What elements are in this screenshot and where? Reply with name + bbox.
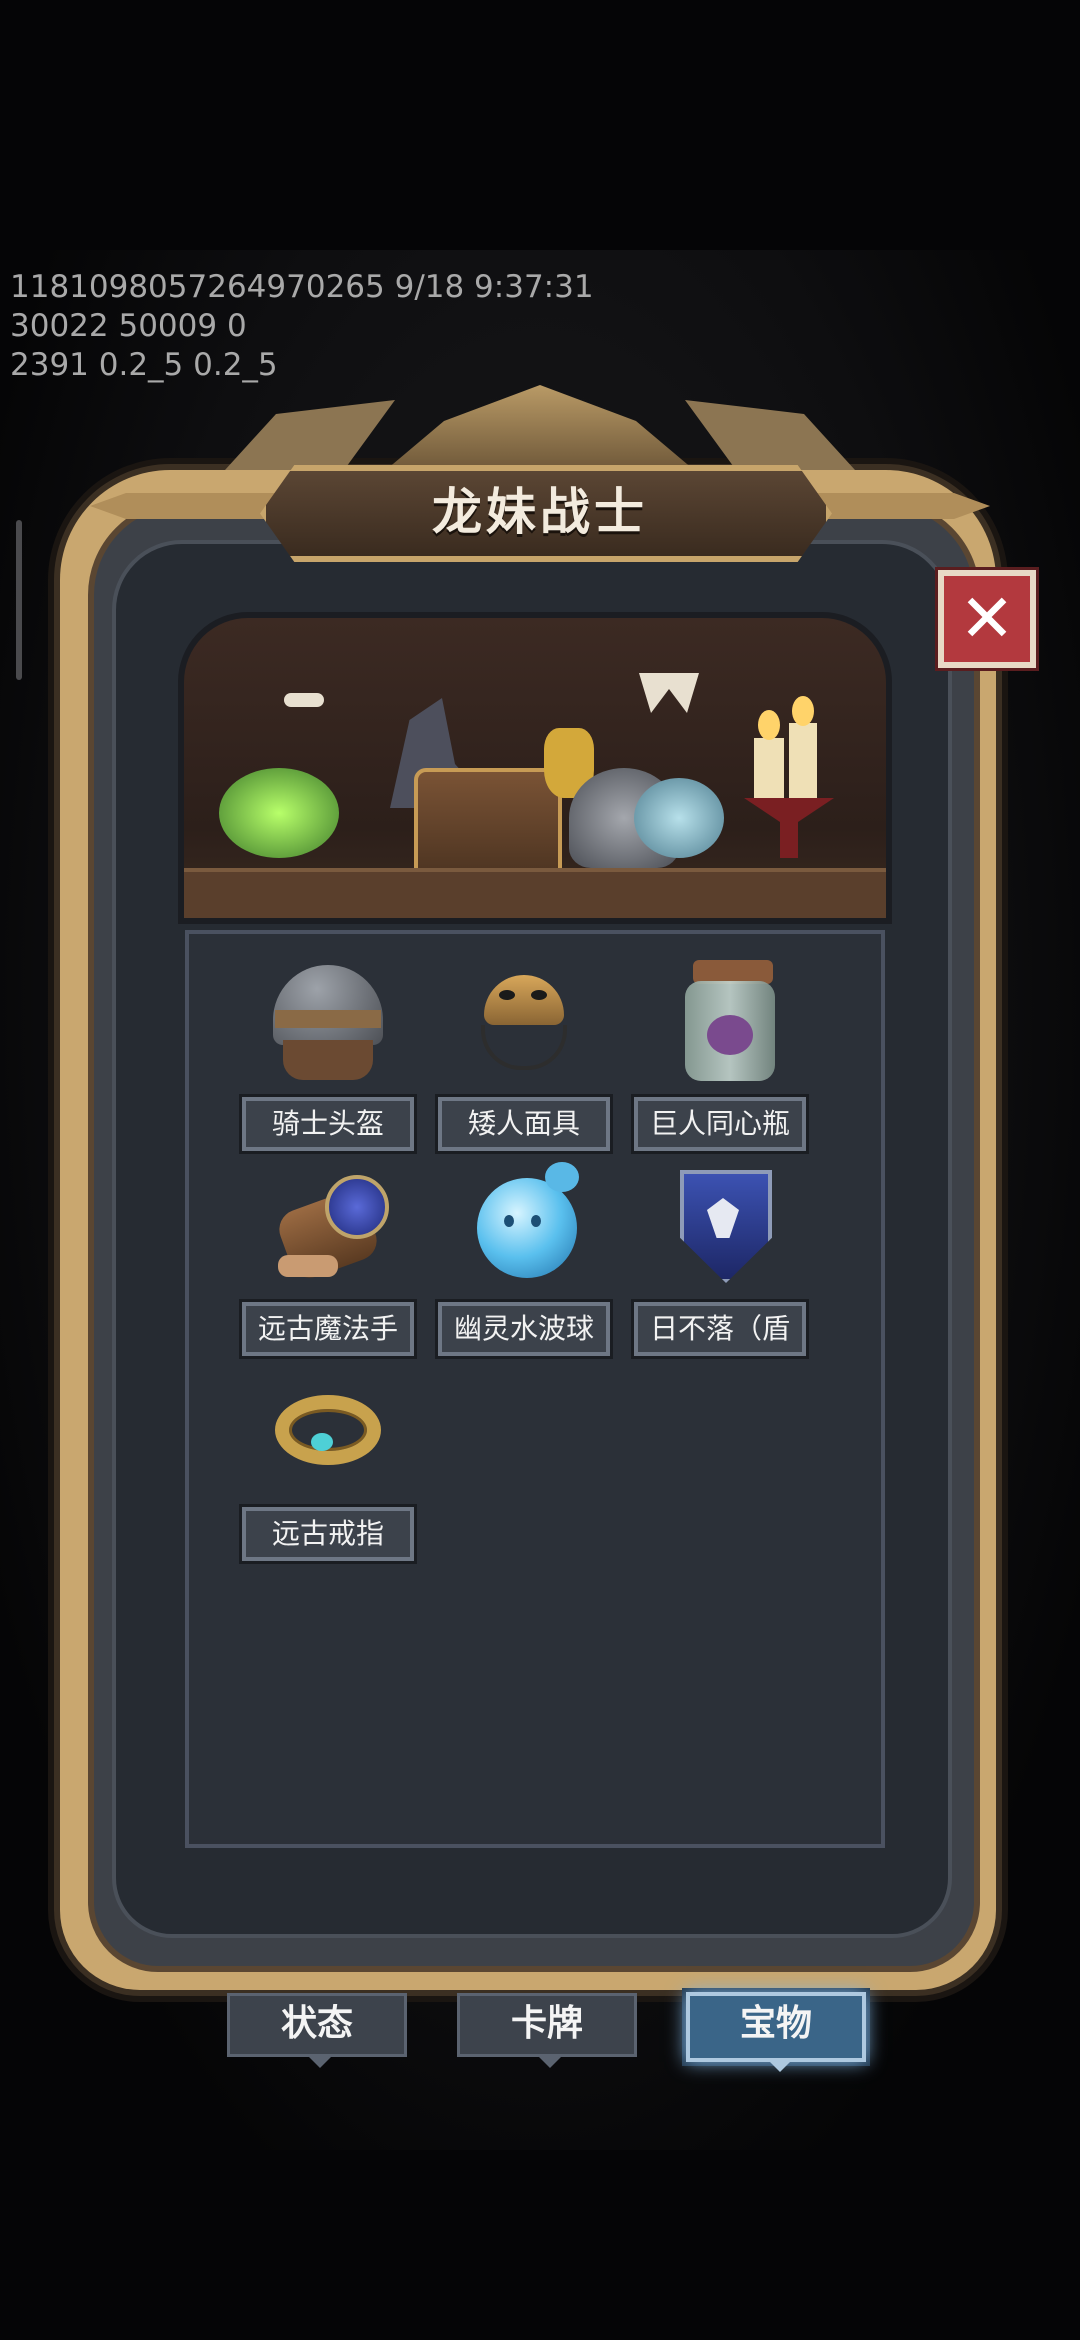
debug-line-2: 30022 50009 0 [10, 308, 247, 344]
shelf [184, 868, 886, 918]
item-never-setting-sun-shield[interactable]: 日不落（盾 [632, 1160, 808, 1356]
tab-label: 状态 [280, 2003, 353, 2044]
item-label: 远古戒指 [242, 1507, 414, 1561]
close-button[interactable]: ✕ [938, 570, 1036, 668]
debug-line-3: 2391 0.2_5 0.2_5 [10, 347, 278, 383]
item-label: 巨人同心瓶 [634, 1097, 806, 1151]
item-label: 幽灵水波球 [438, 1302, 610, 1356]
giant-jar-icon [655, 955, 785, 1085]
item-label: 远古魔法手 [242, 1302, 414, 1356]
never-setting-sun-shield-icon [655, 1160, 785, 1290]
tab-status[interactable]: 状态 [227, 1993, 407, 2068]
bone-icon [284, 693, 324, 707]
candle-flame-icon [792, 696, 814, 726]
debug-line-1: 1181098057264970265 9/18 9:37:31 [10, 269, 594, 305]
tab-label: 宝物 [739, 2003, 812, 2044]
candle-icon [754, 738, 784, 798]
ancient-magic-gauntlet-icon [263, 1160, 393, 1290]
knight-helmet-icon [263, 955, 393, 1085]
tab-cards[interactable]: 卡牌 [457, 1993, 637, 2068]
crystal-ball-icon [634, 778, 724, 858]
dwarf-mask-icon [459, 955, 589, 1085]
item-ancient-magic-gauntlet[interactable]: 远古魔法手 [240, 1160, 416, 1356]
title-plate: 龙妹战士 [90, 455, 990, 562]
item-label: 矮人面具 [438, 1097, 610, 1151]
ancient-ring-icon [263, 1365, 393, 1495]
tab-treasures[interactable]: 宝物 [686, 1992, 866, 2072]
item-knight-helmet[interactable]: 骑士头盔 [240, 955, 416, 1151]
ghost-water-orb-icon [459, 1160, 589, 1290]
item-ghost-water-orb[interactable]: 幽灵水波球 [436, 1160, 612, 1356]
item-label: 骑士头盔 [242, 1097, 414, 1151]
debug-info: 1181098057264970265 9/18 9:37:31 30022 5… [10, 268, 594, 385]
candlestick-icon [744, 798, 834, 858]
close-icon: ✕ [959, 580, 1015, 657]
candle-icon [789, 723, 817, 798]
tab-label: 卡牌 [510, 2003, 583, 2044]
candle-flame-icon [758, 710, 780, 740]
item-giant-jar[interactable]: 巨人同心瓶 [632, 955, 808, 1151]
panel-title: 龙妹战士 [432, 482, 648, 541]
green-egg-icon [219, 768, 339, 858]
side-scroll-indicator [16, 520, 22, 680]
treasure-banner [178, 612, 892, 924]
claw-icon [639, 673, 699, 713]
item-dwarf-mask[interactable]: 矮人面具 [436, 955, 612, 1151]
item-ancient-ring[interactable]: 远古戒指 [240, 1365, 416, 1561]
item-label: 日不落（盾 [634, 1302, 806, 1356]
